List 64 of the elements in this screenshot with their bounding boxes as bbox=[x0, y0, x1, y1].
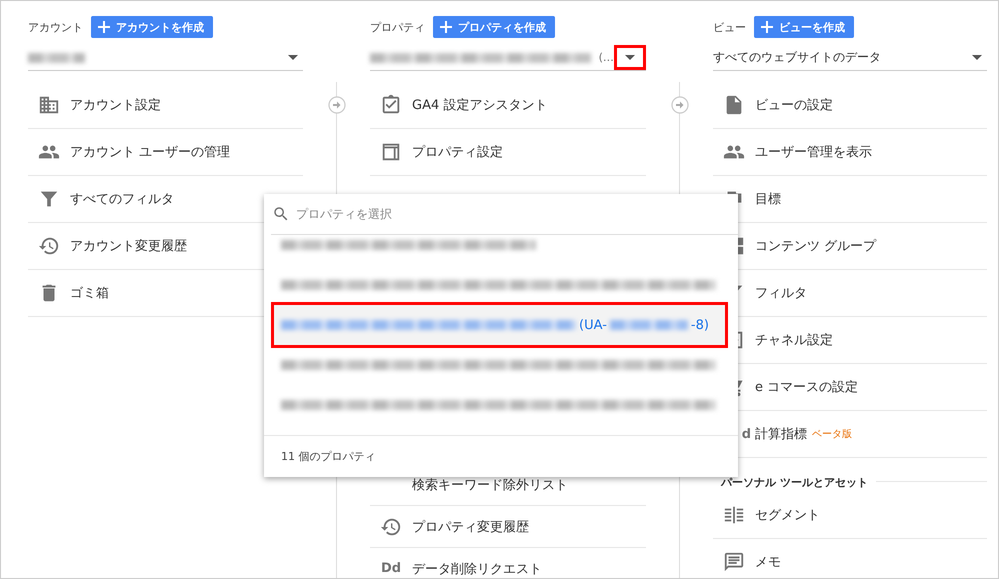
menu-item-label: データ削除リクエスト bbox=[412, 560, 542, 578]
menu-item-label: アカウント設定 bbox=[70, 97, 161, 114]
option-text: (UA- bbox=[579, 318, 607, 332]
menu-item-label: ビューの設定 bbox=[755, 97, 833, 114]
beta-label: ベータ版 bbox=[812, 428, 852, 441]
menu-item-label: 検索キーワード除外リスト bbox=[412, 476, 568, 494]
menu-item[interactable]: ユーザー管理を表示 bbox=[713, 129, 987, 176]
arrow-circle-icon bbox=[328, 96, 346, 114]
menu-item-label: メモ bbox=[755, 554, 781, 571]
column-label: プロパティ bbox=[370, 20, 425, 34]
panel-icon bbox=[380, 141, 402, 163]
menu-item[interactable]: アカウント ユーザーの管理 bbox=[28, 129, 303, 176]
menu-item-label: ゴミ箱 bbox=[70, 285, 109, 302]
menu-item-label: チャネル設定 bbox=[755, 332, 833, 349]
menu-item-label: アカウント変更履歴 bbox=[70, 238, 187, 255]
select-value: (… bbox=[598, 51, 614, 64]
menu-item-label: プロパティ変更履歴 bbox=[412, 518, 529, 536]
segment-icon bbox=[723, 504, 745, 526]
plus-icon bbox=[98, 21, 110, 33]
create-button[interactable]: ビューを作成 bbox=[754, 16, 854, 38]
menu-item[interactable]: アカウント設定 bbox=[28, 82, 303, 129]
menu-item-label: 目標 bbox=[755, 191, 781, 208]
history-icon bbox=[38, 235, 60, 257]
menu-item[interactable]: ビューの設定 bbox=[713, 82, 987, 129]
menu-item[interactable]: プロパティ変更履歴 bbox=[370, 506, 646, 548]
menu-item-label: e コマースの設定 bbox=[755, 379, 858, 396]
select-field[interactable]: (… bbox=[370, 45, 646, 71]
menu-item-label: すべてのフィルタ bbox=[70, 191, 174, 208]
glyph-icon: Dd bbox=[380, 561, 402, 576]
building-icon bbox=[38, 94, 60, 116]
arrow-circle-icon bbox=[670, 96, 688, 114]
menu-item-label: ユーザー管理を表示 bbox=[755, 144, 872, 161]
menu-item-label: 計算指標 bbox=[755, 426, 807, 443]
plus-icon bbox=[761, 21, 773, 33]
property-option[interactable]: (UA- -8) bbox=[274, 305, 725, 345]
glyph-icon: d bbox=[742, 426, 751, 442]
menu-item-label: コンテンツ グループ bbox=[755, 238, 876, 255]
select-field[interactable]: すべてのウェブサイトのデータ bbox=[713, 45, 987, 71]
menu-item[interactable]: メモ bbox=[713, 539, 987, 578]
plus-icon bbox=[440, 21, 452, 33]
column-label: ビュー bbox=[713, 20, 746, 34]
note-icon bbox=[723, 551, 745, 573]
caret-icon[interactable] bbox=[288, 55, 298, 60]
search-icon bbox=[272, 205, 290, 223]
section-heading: パーソナル ツールとアセット bbox=[721, 475, 868, 490]
menu-item[interactable]: Dd データ削除リクエスト bbox=[370, 548, 646, 578]
menu-item-label: プロパティ設定 bbox=[412, 144, 503, 161]
menu-item[interactable]: プロパティ設定 bbox=[370, 129, 646, 176]
create-button[interactable]: プロパティを作成 bbox=[433, 16, 555, 38]
menu-item-label: セグメント bbox=[755, 507, 820, 524]
select-value: すべてのウェブサイトのデータ bbox=[713, 49, 882, 66]
menu-item-label: フィルタ bbox=[755, 285, 807, 302]
blurred-text bbox=[28, 52, 85, 62]
menu-item-label: アカウント ユーザーの管理 bbox=[70, 144, 230, 161]
property-count: 11 個のプロパティ bbox=[281, 449, 376, 464]
menu-item[interactable]: GA4 設定アシスタント bbox=[370, 82, 646, 129]
caret-icon[interactable] bbox=[624, 55, 635, 60]
column-label: アカウント bbox=[28, 20, 83, 34]
caret-icon[interactable] bbox=[972, 55, 982, 60]
checklist-icon bbox=[380, 94, 402, 116]
menu-item-label: GA4 設定アシスタント bbox=[412, 97, 548, 114]
menu-item[interactable]: セグメント bbox=[713, 492, 987, 539]
create-button[interactable]: アカウントを作成 bbox=[91, 16, 213, 38]
option-text: -8) bbox=[690, 318, 709, 332]
